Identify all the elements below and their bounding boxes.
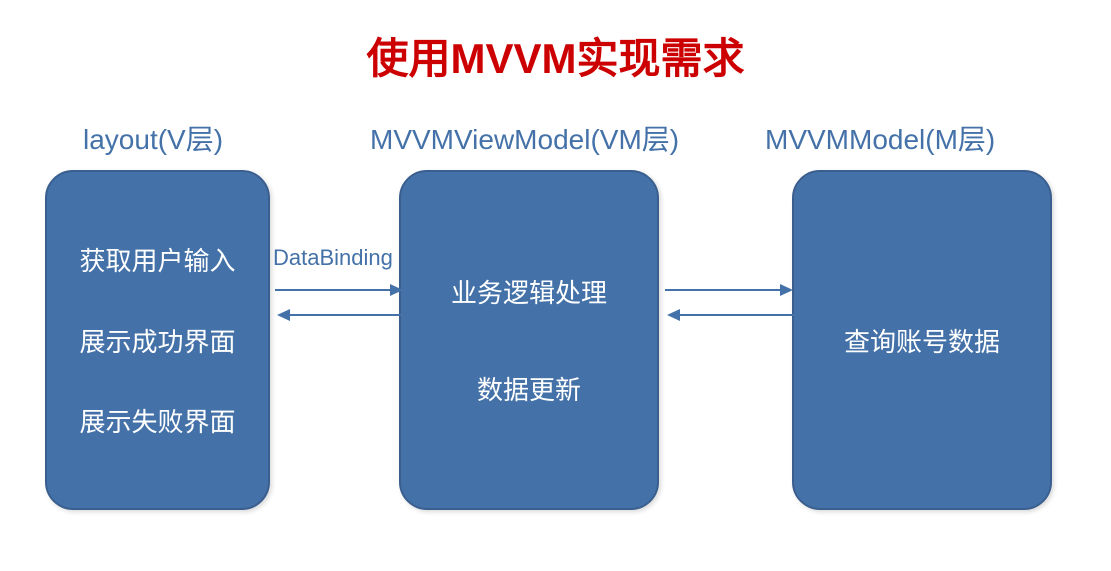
viewmodel-item: 数据更新	[401, 370, 657, 407]
layer-label-model: MVVMModel(M层)	[765, 118, 995, 158]
arrow-v-to-vm	[275, 280, 405, 300]
viewmodel-item: 业务逻辑处理	[401, 273, 657, 310]
arrow-vm-to-m	[665, 280, 795, 300]
layer-label-viewmodel: MVVMViewModel(VM层)	[370, 118, 679, 158]
view-item: 展示失败界面	[47, 402, 268, 439]
view-item: 展示成功界面	[47, 322, 268, 359]
model-item: 查询账号数据	[794, 322, 1050, 359]
view-layer-box: 获取用户输入 展示成功界面 展示失败界面	[45, 170, 270, 510]
databinding-label: DataBinding	[273, 245, 393, 271]
diagram-title: 使用MVVM实现需求	[0, 25, 1111, 86]
arrow-vm-to-v	[275, 305, 405, 325]
viewmodel-layer-box: 业务逻辑处理 数据更新	[399, 170, 659, 510]
arrow-m-to-vm	[665, 305, 795, 325]
view-item: 获取用户输入	[47, 241, 268, 278]
model-layer-box: 查询账号数据	[792, 170, 1052, 510]
layer-label-view: layout(V层)	[83, 118, 223, 158]
